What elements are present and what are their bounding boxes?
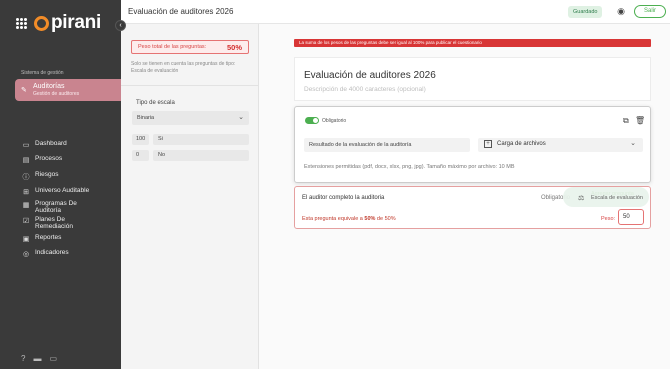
weight-alert: La suma de los pesos de las preguntas de… [294, 39, 651, 47]
form-title-input[interactable]: Evaluación de auditores 2026 [304, 70, 436, 81]
form-title-card: Evaluación de auditores 2026 Descripción… [294, 57, 651, 101]
required-toggle[interactable] [305, 117, 319, 124]
form-editor: La suma de los pesos de las preguntas de… [259, 24, 670, 369]
peso-input[interactable]: 50 [618, 209, 644, 225]
card-icon[interactable]: ▭ [49, 354, 57, 363]
module-section-label: Sistema de gestión [21, 70, 64, 76]
weight-suffix: de 50% [375, 216, 396, 222]
sidebar-item-universo[interactable]: ⊞ Universo Auditable [22, 187, 89, 196]
topbar: Evaluación de auditores 2026 Guardado ◉ … [121, 0, 670, 24]
module-subtitle: Gestión de auditores [33, 91, 80, 97]
scale-type-select[interactable]: Binaria ⌄ [132, 111, 249, 125]
question-card-active[interactable]: Obligatorio ⧉ 🗑 Resultado de la evaluaci… [294, 106, 651, 183]
sidebar-item-procesos[interactable]: ▤ Procesos [22, 155, 62, 164]
collapse-sidebar-button[interactable]: ‹ [115, 20, 126, 31]
help-icon[interactable]: ? [21, 354, 25, 363]
chevron-down-icon: ⌄ [238, 114, 244, 121]
question-type-label: Escala de evaluación [591, 195, 643, 201]
trash-icon[interactable]: 🗑 [635, 116, 645, 125]
sidebar-item-reportes[interactable]: ▣ Reportes [22, 234, 62, 243]
question-text-input[interactable]: Resultado de la evaluación de la auditor… [304, 138, 470, 152]
scale-type-label: Tipo de escala [136, 100, 175, 106]
upload-hint: Extensiones permitidas (pdf, docx, xlsx,… [304, 164, 515, 170]
page-title: Evaluación de auditores 2026 [128, 7, 234, 16]
sidebar-item-indicadores[interactable]: ◎ Indicadores [22, 249, 69, 258]
sidebar: pirani Sistema de gestión ✎ Auditorías G… [0, 0, 127, 369]
question-type-label: Carga de archivos [497, 141, 546, 147]
required-label: Obligatorio [322, 118, 347, 124]
scale-option-row: 100 Si [132, 134, 249, 145]
sidebar-bottom-icons: ? ▬ ▭ [21, 354, 57, 363]
question-card[interactable]: El auditor completo la auditoria Obligat… [294, 186, 651, 229]
copy-icon[interactable]: ⧉ [623, 116, 629, 126]
logo-row: pirani [16, 12, 101, 33]
pen-icon: ✎ [21, 87, 27, 94]
sidebar-item-riesgos[interactable]: ⓘ Riesgos [22, 171, 59, 182]
grid-icon: ⊞ [23, 189, 29, 196]
scale-type-value: Binaria [137, 115, 155, 121]
folder-icon[interactable]: ▬ [33, 354, 41, 363]
scale-icon: ⚖ [578, 195, 585, 202]
module-title: Auditorías [33, 83, 65, 90]
apps-grid-icon[interactable] [16, 17, 27, 29]
sidebar-item-planes[interactable]: ☑ Planes De Remediación [22, 216, 83, 230]
question-weight-note: Esta pregunta equivale a 50% de 50% [302, 216, 396, 222]
weight-percent: 50% [364, 216, 376, 222]
status-badge: Guardado [568, 6, 603, 18]
total-weight-box: Peso total de las preguntas: 50% [131, 40, 249, 54]
target-icon: ◎ [22, 251, 30, 258]
check-square-icon: ☑ [22, 218, 30, 225]
option-value-input[interactable]: 0 [132, 150, 149, 161]
form-description-input[interactable]: Descripción de 4000 caracteres (opcional… [304, 86, 426, 93]
weight-note: Solo se tienen en cuenta las preguntas d… [131, 61, 236, 74]
question-title: El auditor completo la auditoria [302, 195, 385, 201]
report-icon: ▣ [22, 236, 30, 243]
question-type-select[interactable]: + Carga de archivos ⌄ [478, 138, 643, 152]
sidebar-item-dashboard[interactable]: ▭ Dashboard [22, 140, 67, 149]
module-auditorias[interactable]: ✎ Auditorías Gestión de auditores [15, 79, 127, 101]
logo-text: pirani [51, 12, 101, 33]
total-weight-label: Peso total de las preguntas: [138, 44, 207, 50]
upload-icon: + [484, 140, 492, 148]
preview-eye-icon[interactable]: ◉ [616, 6, 626, 16]
question-settings-panel: Peso total de las preguntas: 50% Solo se… [121, 24, 259, 369]
exit-button[interactable]: Salir [634, 5, 666, 18]
option-label-input[interactable]: No [153, 150, 249, 161]
question-type-chip[interactable]: Agregar pregunta ⚖ Escala de evaluación [563, 187, 649, 207]
screen-icon: ▤ [22, 157, 30, 164]
calendar-icon: ▦ [22, 202, 30, 209]
monitor-icon: ▭ [22, 142, 30, 149]
peso-label: Peso: [601, 216, 616, 222]
sidebar-item-programas[interactable]: ▦ Programas De Auditoría [22, 200, 83, 214]
option-value-input[interactable]: 100 [132, 134, 149, 145]
chevron-down-icon: ⌄ [630, 140, 636, 147]
scale-option-row: 0 No [132, 150, 249, 161]
divider [121, 85, 259, 86]
weight-prefix: Esta pregunta equivale a [302, 216, 365, 222]
logo-mark-icon [34, 15, 49, 31]
alert-circle-icon: ⓘ [22, 174, 30, 181]
total-weight-value: 50% [226, 43, 242, 52]
option-label-input[interactable]: Si [153, 134, 249, 145]
